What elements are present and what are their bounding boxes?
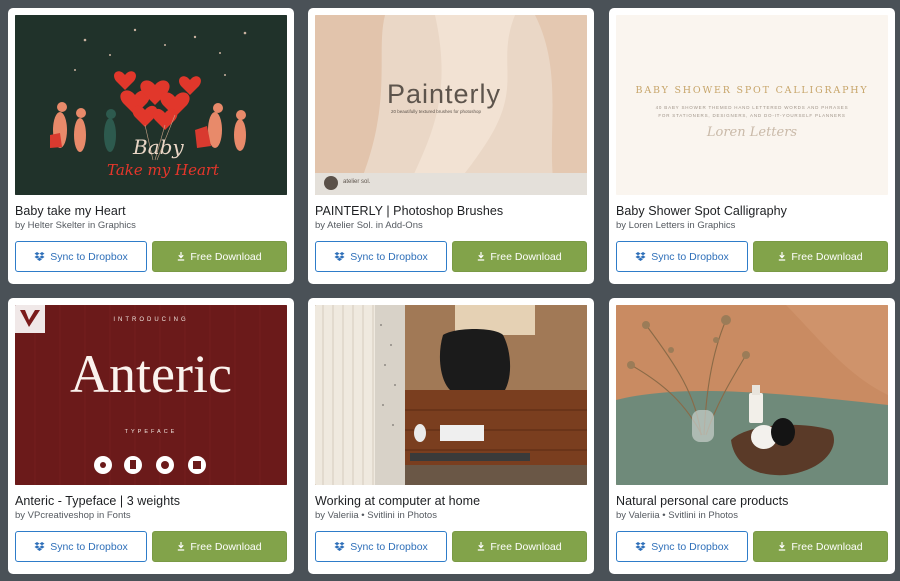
art-title: Painterly bbox=[387, 79, 502, 109]
asset-byline[interactable]: by VPcreativeshop in Fonts bbox=[15, 510, 287, 521]
download-button-label: Free Download bbox=[791, 540, 863, 553]
asset-title[interactable]: Working at computer at home bbox=[315, 494, 587, 508]
download-icon bbox=[177, 542, 185, 551]
art-subtitle: Take my Heart bbox=[107, 161, 220, 179]
asset-title[interactable]: Baby Shower Spot Calligraphy bbox=[616, 204, 888, 218]
asset-thumbnail[interactable]: Baby Take my Heart bbox=[15, 15, 287, 195]
asset-byline[interactable]: by Valeriia • Svitlini in Photos bbox=[616, 510, 888, 521]
free-download-button[interactable]: Free Download bbox=[152, 241, 287, 272]
asset-byline[interactable]: by Loren Letters in Graphics bbox=[616, 220, 888, 231]
free-download-button[interactable]: Free Download bbox=[452, 241, 587, 272]
download-button-label: Free Download bbox=[490, 250, 562, 263]
download-button-label: Free Download bbox=[190, 250, 262, 263]
sync-button-label: Sync to Dropbox bbox=[350, 540, 428, 553]
sync-to-dropbox-button[interactable]: Sync to Dropbox bbox=[315, 531, 447, 562]
thumbnail-art bbox=[315, 305, 587, 485]
sync-button-label: Sync to Dropbox bbox=[350, 250, 428, 263]
download-button-label: Free Download bbox=[190, 540, 262, 553]
free-download-button[interactable]: Free Download bbox=[753, 531, 888, 562]
download-button-label: Free Download bbox=[490, 540, 562, 553]
asset-byline[interactable]: by Helter Skelter in Graphics bbox=[15, 220, 287, 231]
sync-button-label: Sync to Dropbox bbox=[50, 540, 128, 553]
download-icon bbox=[477, 542, 485, 551]
sync-button-label: Sync to Dropbox bbox=[50, 250, 128, 263]
asset-thumbnail[interactable]: Painterly 20 beautifully textured brushe… bbox=[315, 15, 587, 195]
sync-to-dropbox-button[interactable]: Sync to Dropbox bbox=[616, 241, 748, 272]
download-icon bbox=[177, 252, 185, 261]
thumbnail-art bbox=[616, 305, 888, 485]
free-download-button[interactable]: Free Download bbox=[452, 531, 587, 562]
asset-title[interactable]: Anteric - Typeface | 3 weights bbox=[15, 494, 287, 508]
asset-card: Painterly 20 beautifully textured brushe… bbox=[308, 8, 594, 284]
art-title: BABY SHOWER SPOT CALLIGRAPHY bbox=[635, 85, 869, 96]
download-icon bbox=[477, 252, 485, 261]
art-title: Anteric bbox=[70, 344, 232, 404]
asset-thumbnail[interactable]: BABY SHOWER SPOT CALLIGRAPHY 40 BABY SHO… bbox=[616, 15, 888, 195]
sync-button-label: Sync to Dropbox bbox=[651, 250, 729, 263]
art-subtitle: TYPEFACE bbox=[124, 429, 178, 435]
asset-thumbnail[interactable] bbox=[616, 305, 888, 485]
asset-card: Natural personal care products by Valeri… bbox=[609, 298, 895, 574]
asset-card: Baby Take my Heart Baby take my Heart by… bbox=[8, 8, 294, 284]
sync-button-label: Sync to Dropbox bbox=[651, 540, 729, 553]
dropbox-icon bbox=[34, 541, 45, 552]
art-subtitle: 20 beautifully textured brushes for phot… bbox=[391, 109, 482, 114]
art-title: Baby bbox=[133, 135, 184, 159]
asset-title[interactable]: Baby take my Heart bbox=[15, 204, 287, 218]
sync-to-dropbox-button[interactable]: Sync to Dropbox bbox=[15, 241, 147, 272]
download-icon bbox=[778, 542, 786, 551]
free-download-button[interactable]: Free Download bbox=[753, 241, 888, 272]
sync-to-dropbox-button[interactable]: Sync to Dropbox bbox=[616, 531, 748, 562]
dropbox-icon bbox=[635, 251, 646, 262]
art-subtitle-2: FOR STATIONERS, DESIGNERS, AND DO-IT-YOU… bbox=[658, 113, 846, 118]
dropbox-icon bbox=[334, 251, 345, 262]
free-download-button[interactable]: Free Download bbox=[152, 531, 287, 562]
art-brand: atelier sol. bbox=[343, 179, 371, 185]
asset-byline[interactable]: by Atelier Sol. in Add-Ons bbox=[315, 220, 587, 231]
art-signature: Loren Letters bbox=[706, 125, 798, 140]
download-icon bbox=[778, 252, 786, 261]
art-kicker: INTRODUCING bbox=[113, 317, 189, 323]
asset-title[interactable]: PAINTERLY | Photoshop Brushes bbox=[315, 204, 587, 218]
dropbox-icon bbox=[635, 541, 646, 552]
download-button-label: Free Download bbox=[791, 250, 863, 263]
sync-to-dropbox-button[interactable]: Sync to Dropbox bbox=[315, 241, 447, 272]
art-subtitle: 40 BABY SHOWER THEMED HAND LETTERED WORD… bbox=[655, 105, 849, 110]
asset-thumbnail[interactable]: INTRODUCING Anteric TYPEFACE bbox=[15, 305, 287, 485]
asset-card: INTRODUCING Anteric TYPEFACE Anteric - T… bbox=[8, 298, 294, 574]
asset-thumbnail[interactable] bbox=[315, 305, 587, 485]
sync-to-dropbox-button[interactable]: Sync to Dropbox bbox=[15, 531, 147, 562]
asset-card: Working at computer at home by Valeriia … bbox=[308, 298, 594, 574]
asset-grid: Baby Take my Heart Baby take my Heart by… bbox=[0, 0, 900, 581]
asset-byline[interactable]: by Valeriia • Svitlini in Photos bbox=[315, 510, 587, 521]
dropbox-icon bbox=[334, 541, 345, 552]
asset-card: BABY SHOWER SPOT CALLIGRAPHY 40 BABY SHO… bbox=[609, 8, 895, 284]
asset-title[interactable]: Natural personal care products bbox=[616, 494, 888, 508]
dropbox-icon bbox=[34, 251, 45, 262]
